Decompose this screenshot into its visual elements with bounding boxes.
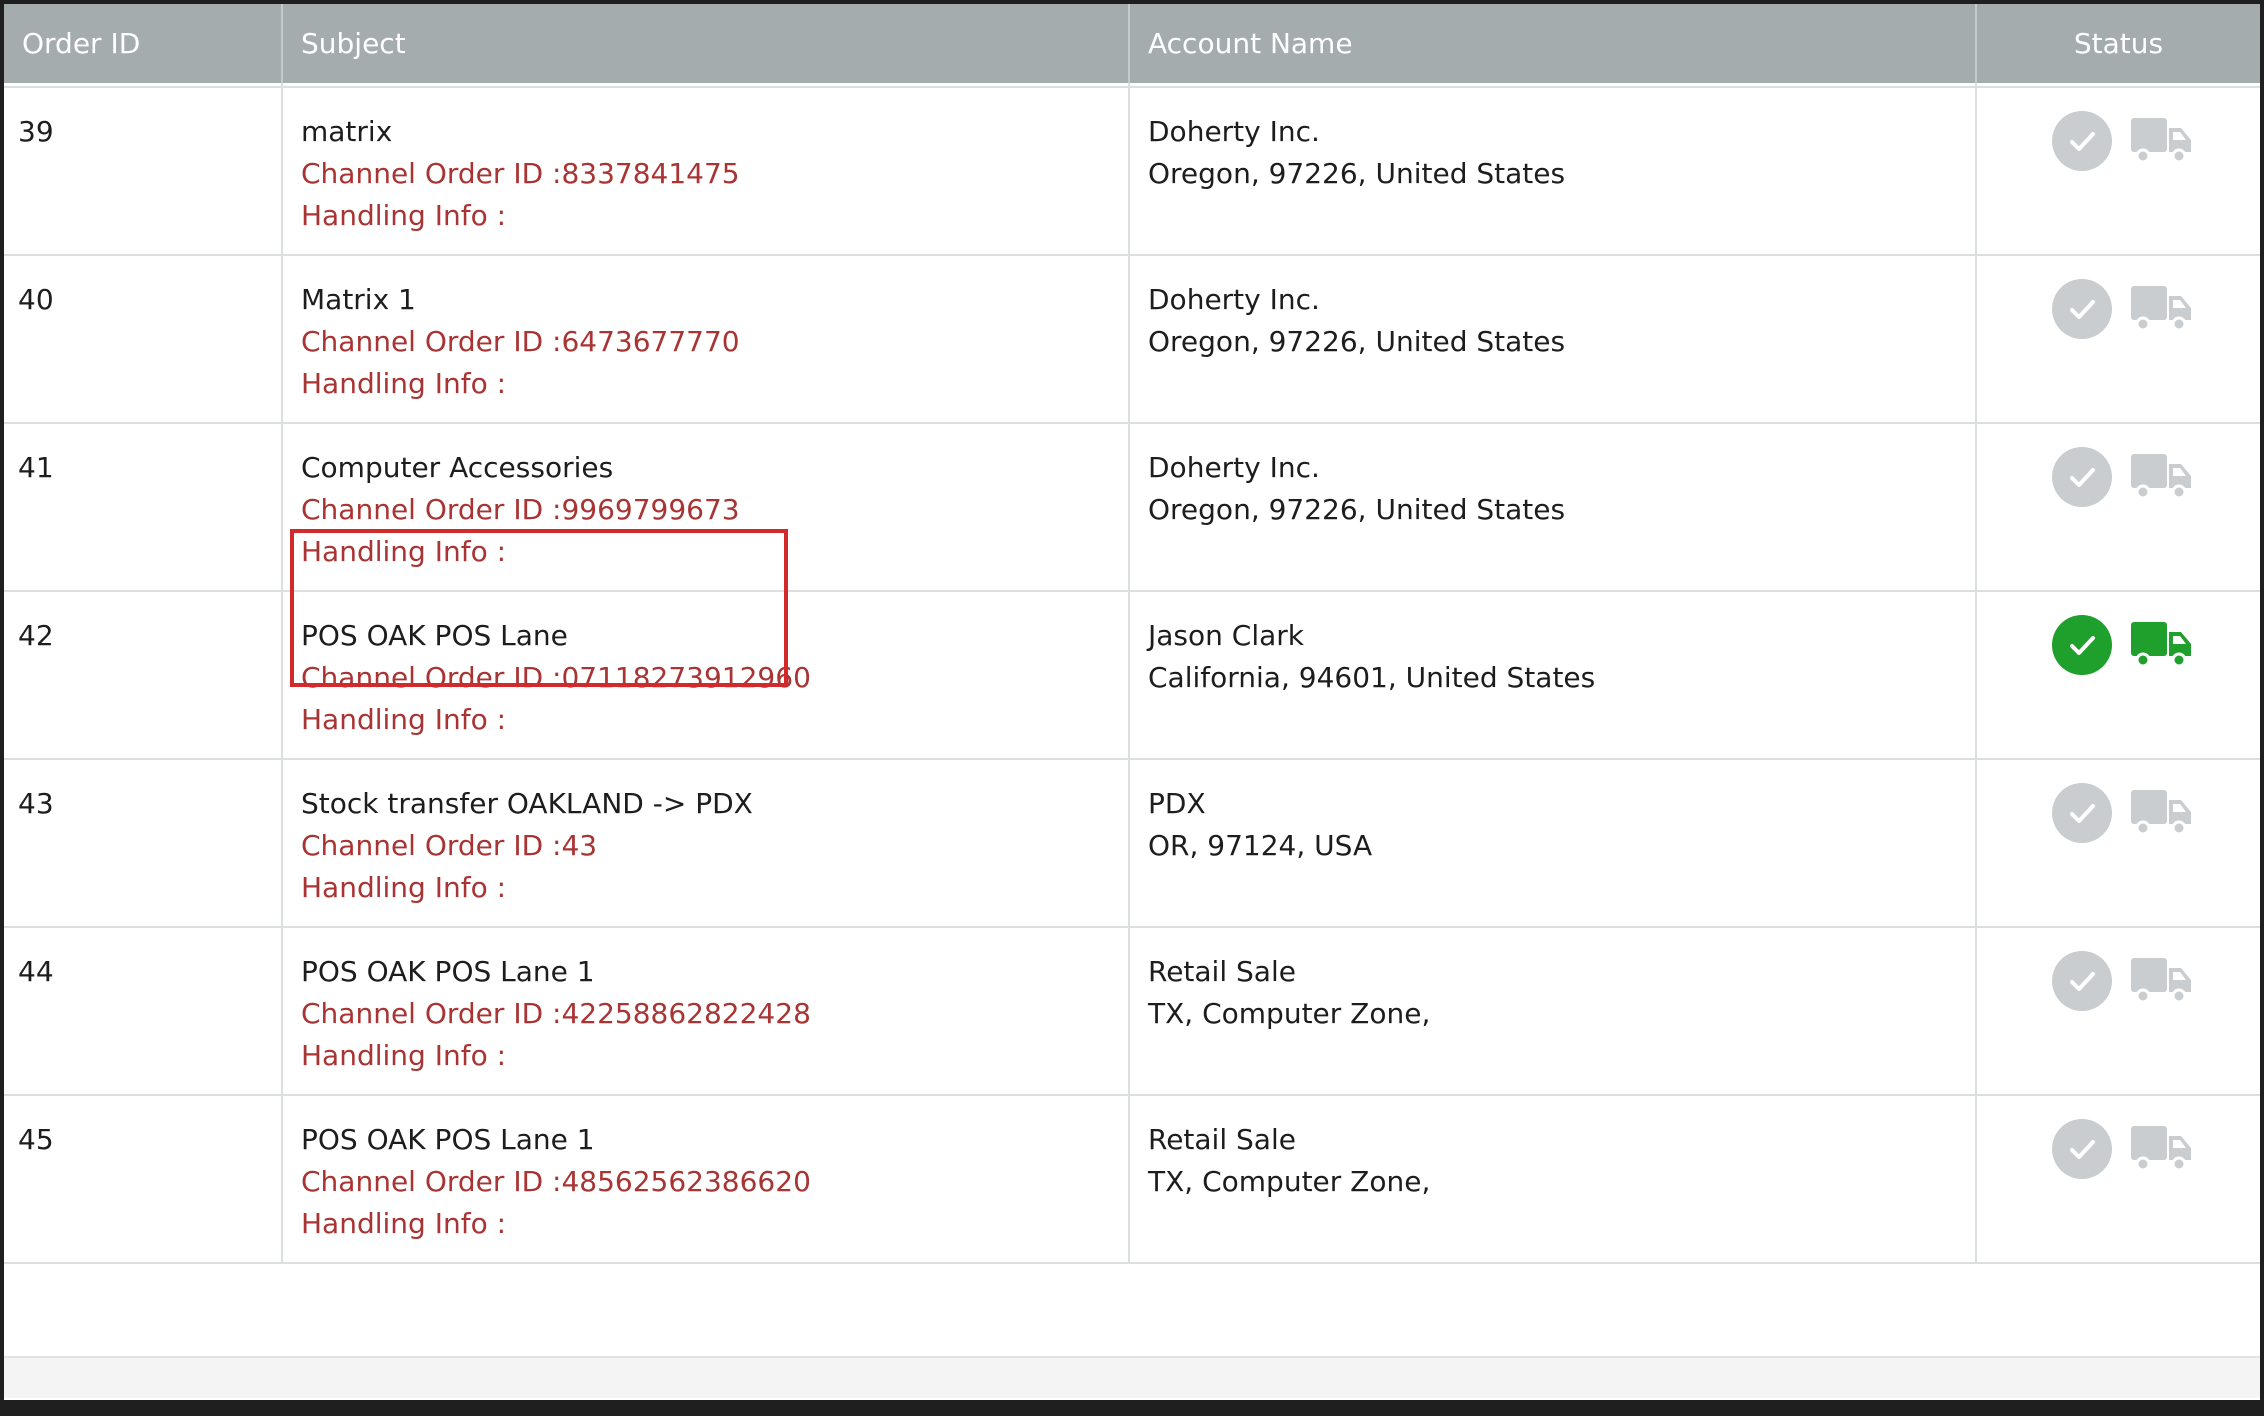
- account-cell: Doherty Inc. Oregon, 97226, United States: [1130, 256, 1977, 422]
- order-id-cell: 40: [4, 256, 283, 422]
- account-name[interactable]: Retail Sale: [1148, 1124, 1296, 1156]
- account-name[interactable]: Doherty Inc.: [1148, 284, 1320, 316]
- account-address: Oregon, 97226, United States: [1148, 157, 1566, 190]
- order-id-cell: 42: [4, 592, 283, 758]
- order-id: 39: [18, 115, 54, 148]
- account-cell: Retail Sale TX, Computer Zone,: [1130, 1096, 1977, 1262]
- table-footer-strip: [4, 1356, 2260, 1398]
- column-header-status[interactable]: Status: [1977, 4, 2260, 83]
- channel-order-id: Channel Order ID :9969799673: [301, 493, 740, 526]
- truck-icon[interactable]: [2129, 1124, 2193, 1176]
- subject-title[interactable]: POS OAK POS Lane 1: [301, 956, 595, 988]
- order-id-cell: 43: [4, 760, 283, 926]
- check-circle-icon[interactable]: [2051, 614, 2113, 680]
- truck-icon[interactable]: [2129, 788, 2193, 840]
- column-header-subject[interactable]: Subject: [283, 4, 1130, 83]
- account-address: OR, 97124, USA: [1148, 829, 1373, 862]
- table-row[interactable]: 45 POS OAK POS Lane 1 Channel Order ID :48…: [4, 1096, 2260, 1264]
- highlight-box: [290, 529, 788, 687]
- subject-cell: Stock transfer OAKLAND -> PDX Channel Ord…: [283, 760, 1130, 926]
- truck-icon[interactable]: [2129, 116, 2193, 168]
- order-id-cell: 41: [4, 424, 283, 590]
- account-cell: Doherty Inc. Oregon, 97226, United States: [1130, 88, 1977, 254]
- order-id-cell: 39: [4, 88, 283, 254]
- subject-title[interactable]: POS OAK POS Lane 1: [301, 1124, 595, 1156]
- handling-info: Handling Info :: [301, 1039, 507, 1072]
- order-id: 40: [18, 283, 54, 316]
- subject-cell: Matrix 1 Channel Order ID :6473677770 Hand…: [283, 256, 1130, 422]
- table-row[interactable]: 44 POS OAK POS Lane 1 Channel Order ID :42…: [4, 928, 2260, 1096]
- truck-icon[interactable]: [2129, 452, 2193, 504]
- account-name[interactable]: Jason Clark: [1148, 620, 1304, 652]
- check-circle-icon[interactable]: [2051, 110, 2113, 176]
- account-cell: Retail Sale TX, Computer Zone,: [1130, 928, 1977, 1094]
- channel-order-id: Channel Order ID :43: [301, 829, 598, 862]
- account-address: California, 94601, United States: [1148, 661, 1596, 694]
- status-cell: [1977, 928, 2260, 1094]
- channel-order-id: Channel Order ID :6473677770: [301, 325, 740, 358]
- account-name[interactable]: PDX: [1148, 788, 1206, 820]
- handling-info: Handling Info :: [301, 367, 507, 400]
- subject-title[interactable]: Stock transfer OAKLAND -> PDX: [301, 788, 753, 820]
- channel-order-id: Channel Order ID :8337841475: [301, 157, 740, 190]
- account-cell: Doherty Inc. Oregon, 97226, United States: [1130, 424, 1977, 590]
- account-name[interactable]: Doherty Inc.: [1148, 116, 1320, 148]
- table-row[interactable]: 39 matrix Channel Order ID :8337841475 Hand…: [4, 88, 2260, 256]
- handling-info: Handling Info :: [301, 1207, 507, 1240]
- order-id-cell: 44: [4, 928, 283, 1094]
- truck-icon[interactable]: [2129, 620, 2193, 672]
- order-id: 45: [18, 1123, 54, 1156]
- subject-cell: POS OAK POS Lane 1 Channel Order ID :4856…: [283, 1096, 1130, 1262]
- check-circle-icon[interactable]: [2051, 278, 2113, 344]
- order-id: 41: [18, 451, 54, 484]
- account-cell: Jason Clark California, 94601, United Sta…: [1130, 592, 1977, 758]
- order-id-cell: 45: [4, 1096, 283, 1262]
- order-id: 43: [18, 787, 54, 820]
- truck-icon[interactable]: [2129, 956, 2193, 1008]
- check-circle-icon[interactable]: [2051, 446, 2113, 512]
- orders-table-panel: Channel Order ID :37Handling Info :, ,39…: [4, 4, 2260, 1400]
- column-header-order-id[interactable]: Order ID: [4, 4, 283, 83]
- account-address: Oregon, 97226, United States: [1148, 325, 1566, 358]
- status-cell: [1977, 760, 2260, 926]
- account-address: Oregon, 97226, United States: [1148, 493, 1566, 526]
- status-cell: [1977, 424, 2260, 590]
- subject-cell: POS OAK POS Lane 1 Channel Order ID :4225…: [283, 928, 1130, 1094]
- account-address: TX, Computer Zone,: [1148, 1165, 1431, 1198]
- channel-order-id: Channel Order ID :48562562386620: [301, 1165, 811, 1198]
- table-row[interactable]: 40 Matrix 1 Channel Order ID :6473677770 Ha…: [4, 256, 2260, 424]
- subject-title[interactable]: Matrix 1: [301, 284, 416, 316]
- subject-cell: matrix Channel Order ID :8337841475 Handli…: [283, 88, 1130, 254]
- status-cell: [1977, 1096, 2260, 1262]
- channel-order-id: Channel Order ID :42258862822428: [301, 997, 811, 1030]
- subject-title[interactable]: matrix: [301, 116, 392, 148]
- check-circle-icon[interactable]: [2051, 950, 2113, 1016]
- status-cell: [1977, 592, 2260, 758]
- handling-info: Handling Info :: [301, 703, 507, 736]
- account-name[interactable]: Doherty Inc.: [1148, 452, 1320, 484]
- check-circle-icon[interactable]: [2051, 782, 2113, 848]
- table-header: Order ID Subject Account Name Status: [4, 4, 2260, 83]
- account-cell: PDX OR, 97124, USA: [1130, 760, 1977, 926]
- check-circle-icon[interactable]: [2051, 1118, 2113, 1184]
- status-cell: [1977, 256, 2260, 422]
- status-cell: [1977, 88, 2260, 254]
- order-id: 44: [18, 955, 54, 988]
- account-address: TX, Computer Zone,: [1148, 997, 1431, 1030]
- column-header-account-name[interactable]: Account Name: [1130, 4, 1977, 83]
- order-id: 42: [18, 619, 54, 652]
- handling-info: Handling Info :: [301, 199, 507, 232]
- handling-info: Handling Info :: [301, 871, 507, 904]
- account-name[interactable]: Retail Sale: [1148, 956, 1296, 988]
- table-row[interactable]: 43 Stock transfer OAKLAND -> PDX Channel O…: [4, 760, 2260, 928]
- subject-title[interactable]: Computer Accessories: [301, 452, 613, 484]
- truck-icon[interactable]: [2129, 284, 2193, 336]
